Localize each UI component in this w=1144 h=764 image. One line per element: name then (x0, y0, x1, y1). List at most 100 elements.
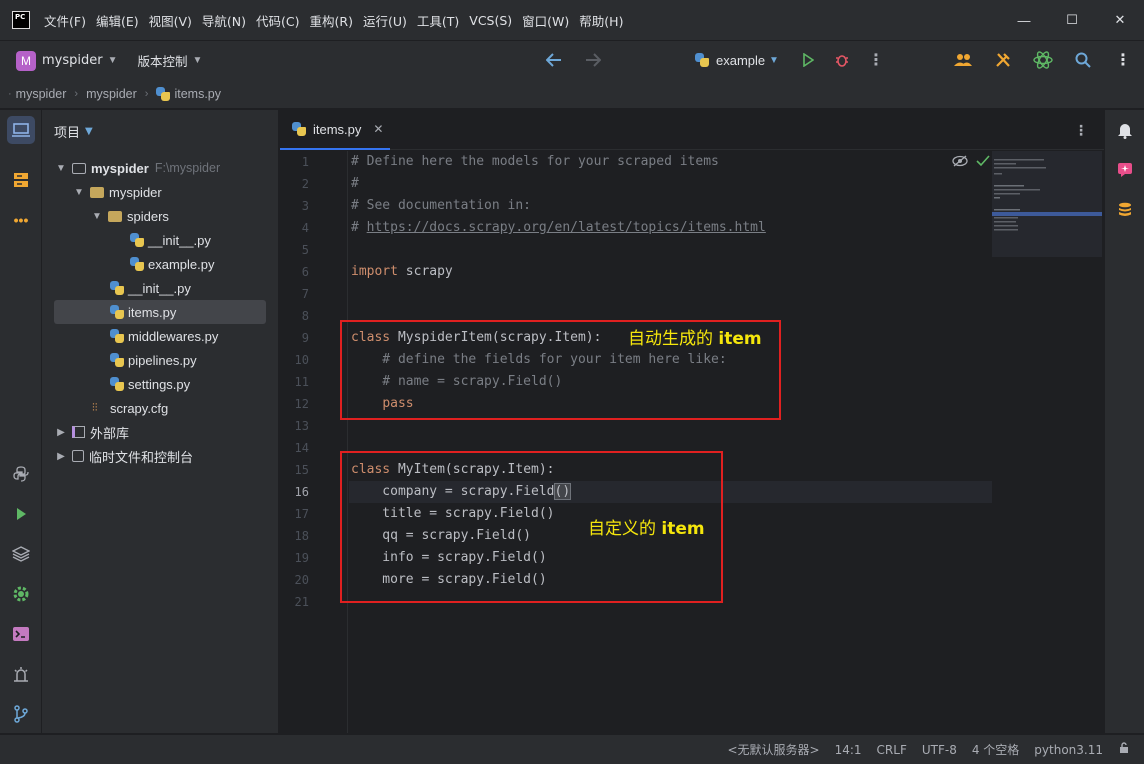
run-tool-icon[interactable] (7, 500, 35, 528)
run-icon[interactable] (798, 50, 818, 70)
tab-items-py[interactable]: items.py ✕ (280, 110, 390, 150)
tree-item-label: myspider (91, 160, 149, 176)
run-config-dropdown[interactable]: example (716, 53, 765, 68)
menu-vcs[interactable]: VCS(S) (469, 13, 512, 28)
expand-arrow-icon[interactable]: ▼ (54, 163, 68, 174)
close-icon: ✕ (1114, 12, 1126, 27)
checkmark-icon[interactable] (976, 155, 990, 167)
code-line: # (351, 176, 359, 191)
menu-refactor[interactable]: 重构(R) (310, 11, 353, 30)
status-bar: <无默认服务器> 14:1 CRLF UTF-8 4 个空格 python3.1… (0, 734, 1144, 764)
status-indent[interactable]: 4 个空格 (972, 741, 1019, 758)
debug-icon[interactable] (832, 50, 852, 70)
code-minimap[interactable] (992, 151, 1102, 257)
code-editor[interactable]: 1 2 3 4 5 6 7 8 9 10 11 12 13 14 15 16 1… (280, 151, 1104, 733)
logo-text: PC (15, 13, 26, 21)
line-number: 2 (301, 177, 309, 191)
back-arrow-icon[interactable] (544, 50, 564, 70)
menu-file[interactable]: 文件(F) (44, 11, 86, 30)
status-server[interactable]: <无默认服务器> (727, 741, 819, 758)
project-view-icon[interactable] (7, 116, 35, 144)
tree-item-label: items.py (128, 304, 177, 320)
status-encoding[interactable]: UTF-8 (922, 743, 957, 757)
layers-icon[interactable] (7, 540, 35, 568)
python-file-icon (110, 377, 124, 391)
config-file-icon: ⫶⫶ (92, 401, 98, 414)
search-icon[interactable] (1073, 50, 1093, 70)
tree-item-project-root[interactable]: ▼ myspider F:\myspider (54, 156, 220, 180)
tree-item-items[interactable]: items.py (54, 300, 266, 324)
vcs-dropdown[interactable]: 版本控制 (138, 51, 188, 70)
chevron-down-icon: ▼ (769, 55, 779, 66)
minimize-button[interactable]: — (1000, 0, 1048, 40)
expand-arrow-icon[interactable]: ▼ (72, 187, 86, 198)
code-with-me-icon[interactable] (953, 50, 973, 70)
line-number: 10 (294, 353, 309, 367)
maximize-button[interactable]: ☐ (1048, 0, 1096, 40)
menu-edit[interactable]: 编辑(E) (96, 11, 139, 30)
tree-item-label: myspider (109, 184, 162, 200)
problems-icon[interactable] (7, 660, 35, 688)
status-caret-position[interactable]: 14:1 (835, 743, 862, 757)
structure-icon[interactable] (7, 166, 35, 194)
expand-arrow-icon[interactable]: ▶ (54, 451, 68, 462)
breadcrumb-file[interactable]: items.py (174, 87, 221, 101)
project-name-dropdown[interactable]: myspider (42, 53, 103, 68)
tree-item-init[interactable]: __init__.py (110, 276, 191, 300)
tree-item-spiders[interactable]: ▼ spiders (90, 204, 169, 228)
reader-mode-icon[interactable] (952, 155, 968, 167)
status-line-separator[interactable]: CRLF (877, 743, 907, 757)
tree-item-spiders-init[interactable]: __init__.py (130, 228, 211, 252)
services-gear-icon[interactable] (7, 580, 35, 608)
tree-item-middlewares[interactable]: middlewares.py (110, 324, 218, 348)
menu-code[interactable]: 代码(C) (256, 11, 299, 30)
status-interpreter[interactable]: python3.11 (1034, 743, 1103, 757)
menu-run[interactable]: 运行(U) (363, 11, 407, 30)
terminal-icon[interactable] (7, 620, 35, 648)
python-icon (692, 50, 712, 70)
ai-assistant-icon[interactable] (1033, 50, 1053, 70)
git-icon[interactable] (7, 700, 35, 728)
ai-chat-icon[interactable] (1111, 156, 1139, 184)
close-window-button[interactable]: ✕ (1096, 0, 1144, 40)
breadcrumb-package[interactable]: myspider (86, 87, 137, 101)
breadcrumb-project[interactable]: myspider (16, 87, 67, 101)
line-number: 1 (301, 155, 309, 169)
python-file-icon (130, 233, 144, 247)
tab-options-icon[interactable]: ⋮ (1074, 122, 1088, 139)
tree-item-example[interactable]: example.py (130, 252, 214, 276)
tree-item-external-libraries[interactable]: ▶ 外部库 (54, 420, 129, 444)
menu-view[interactable]: 视图(V) (149, 11, 192, 30)
folder-icon (90, 186, 104, 198)
project-panel-header[interactable]: 项目 ▼ (42, 110, 278, 152)
tree-item-settings[interactable]: settings.py (110, 372, 190, 396)
menu-tools[interactable]: 工具(T) (417, 11, 459, 30)
tree-item-package[interactable]: ▼ myspider (72, 180, 162, 204)
main-menu-icon[interactable]: ⋮ (1113, 50, 1133, 70)
expand-arrow-icon[interactable]: ▼ (90, 211, 104, 222)
tab-label: items.py (313, 121, 362, 137)
notifications-bell-icon[interactable] (1111, 116, 1139, 144)
python-console-icon[interactable] (7, 460, 35, 488)
database-icon[interactable] (1111, 196, 1139, 224)
tab-close-icon[interactable]: ✕ (373, 122, 383, 136)
expand-arrow-icon[interactable]: ▶ (54, 427, 68, 438)
documentation-link[interactable]: https://docs.scrapy.org/en/latest/topics… (367, 220, 766, 235)
more-tools-icon[interactable]: ••• (7, 206, 35, 234)
tree-item-scrapy-cfg[interactable]: ⫶⫶ scrapy.cfg (92, 396, 168, 420)
project-avatar[interactable]: M (16, 50, 36, 71)
editor-inspection-widget (952, 155, 990, 167)
chevron-down-icon: ▼ (85, 125, 93, 137)
more-actions-icon[interactable]: ⋮ (866, 50, 886, 70)
annotation-label-auto-item: 自动生成的 item (628, 329, 762, 349)
menu-window[interactable]: 窗口(W) (522, 11, 569, 30)
forward-arrow-icon[interactable] (583, 50, 603, 70)
settings-tools-icon[interactable] (993, 50, 1013, 70)
menu-help[interactable]: 帮助(H) (579, 11, 623, 30)
line-number: 20 (294, 573, 309, 587)
tree-item-pipelines[interactable]: pipelines.py (110, 348, 197, 372)
line-number: 12 (294, 397, 309, 411)
menu-navigate[interactable]: 导航(N) (202, 11, 246, 30)
lock-icon[interactable] (1118, 742, 1130, 757)
tree-item-scratches[interactable]: ▶ 临时文件和控制台 (54, 444, 193, 468)
